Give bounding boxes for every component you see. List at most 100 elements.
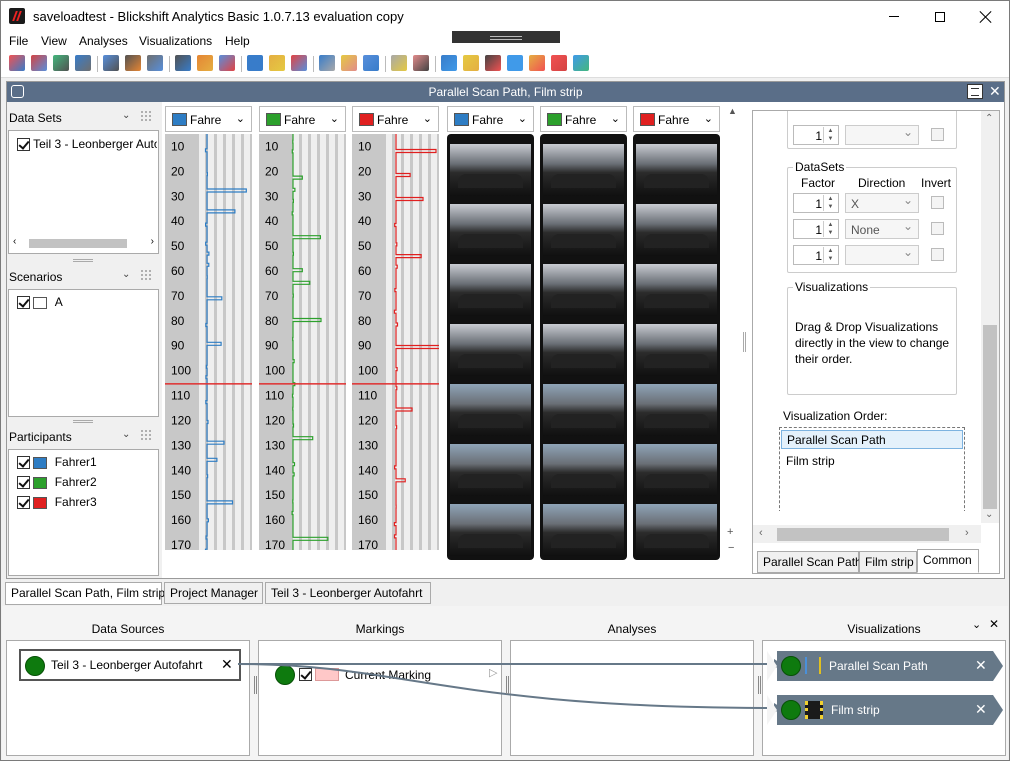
time-cursor-line[interactable] xyxy=(352,383,439,385)
video-frame-thumbnail[interactable] xyxy=(543,504,624,556)
drag-grip-handle[interactable] xyxy=(452,31,560,43)
invert-checkbox[interactable] xyxy=(931,222,944,235)
open-folder-icon[interactable] xyxy=(31,55,47,71)
video-frame-thumbnail[interactable] xyxy=(636,204,717,256)
film-strip-column[interactable] xyxy=(447,134,534,560)
funnel-icon[interactable] xyxy=(247,55,263,71)
direction-select[interactable] xyxy=(845,245,919,265)
video-frame-thumbnail[interactable] xyxy=(543,144,624,196)
video-frame-thumbnail[interactable] xyxy=(450,324,531,376)
grid-icon[interactable] xyxy=(463,55,479,71)
invert-checkbox[interactable] xyxy=(931,196,944,209)
video-frame-thumbnail[interactable] xyxy=(450,444,531,496)
scan-path-column[interactable]: 10 20 30 40 50 60 70 80 90 100 110 120 130 140 150 160 1… xyxy=(352,134,439,550)
film-strip-column[interactable] xyxy=(633,134,720,560)
checkbox[interactable] xyxy=(17,138,30,152)
order-item-selected[interactable]: Parallel Scan Path xyxy=(781,430,963,449)
tab-common[interactable]: Common xyxy=(917,549,979,573)
video-frame-thumbnail[interactable] xyxy=(450,204,531,256)
checkbox[interactable] xyxy=(17,496,30,510)
list-item[interactable]: Teil 3 - Leonberger Autofahrt xyxy=(17,137,157,152)
horizontal-scrollbar[interactable]: ‹ › xyxy=(753,525,981,543)
factor-spinner[interactable]: 1 ▲ ▼ xyxy=(793,219,839,239)
splitter-handle[interactable] xyxy=(73,259,93,262)
compare-icon[interactable] xyxy=(147,55,163,71)
video-frame-thumbnail[interactable] xyxy=(543,444,624,496)
video-frame-thumbnail[interactable] xyxy=(636,324,717,376)
spin-arrows-icon[interactable]: ▲ ▼ xyxy=(823,221,837,237)
network-icon[interactable] xyxy=(551,55,567,71)
video-frame-thumbnail[interactable] xyxy=(450,384,531,436)
video-frame-thumbnail[interactable] xyxy=(543,204,624,256)
video-frame-thumbnail[interactable] xyxy=(636,504,717,556)
chevron-down-icon[interactable]: ⌄ xyxy=(423,112,432,125)
column-header-fahrer2[interactable]: Fahrer2 ⌄ xyxy=(540,106,627,132)
cluster-icon[interactable] xyxy=(319,55,335,71)
panel-close-icon[interactable]: ✕ xyxy=(989,83,1001,100)
menu-help[interactable]: Help xyxy=(225,34,250,48)
list-item[interactable]: A xyxy=(17,295,63,310)
chevron-down-icon[interactable]: ⌄ xyxy=(122,269,130,280)
video-frame-thumbnail[interactable] xyxy=(450,144,531,196)
tab-teil3-leonberger[interactable]: Teil 3 - Leonberger Autofahrt xyxy=(265,582,431,604)
video-frame-thumbnail[interactable] xyxy=(636,264,717,316)
scroll-thumb[interactable] xyxy=(983,325,997,509)
spin-arrows-icon[interactable]: ▲ ▼ xyxy=(823,247,837,263)
new-project-icon[interactable] xyxy=(9,55,25,71)
factor-spinner[interactable]: 1 ▲ ▼ xyxy=(793,193,839,213)
tab-project-manager[interactable]: Project Manager xyxy=(164,582,263,604)
spin-arrows-icon[interactable]: ▲ ▼ xyxy=(823,127,837,143)
scan-path-column[interactable]: 10 20 30 40 50 60 70 80 90 100 110 120 130 140 150 160 1… xyxy=(165,134,252,550)
list-item[interactable]: Fahrer2 xyxy=(17,475,97,490)
barchart-icon[interactable] xyxy=(529,55,545,71)
zoom-out-icon[interactable]: − xyxy=(728,542,734,554)
checkbox[interactable] xyxy=(17,456,30,470)
scroll-down-icon[interactable]: ⌄ xyxy=(985,509,993,520)
chevron-down-icon[interactable]: ⌄ xyxy=(330,112,339,125)
scroll-left-icon[interactable]: ‹ xyxy=(759,527,763,539)
menu-analyses[interactable]: Analyses xyxy=(79,34,128,48)
tab-film-strip[interactable]: Film strip xyxy=(859,551,917,573)
save-icon[interactable] xyxy=(75,55,91,71)
video-frame-thumbnail[interactable] xyxy=(450,504,531,556)
tab-parallel-scan-path-film-strip[interactable]: Parallel Scan Path, Film strip xyxy=(5,582,165,605)
gaze-icon[interactable] xyxy=(573,55,589,71)
column-header-fahrer1[interactable]: Fahrer1 ⌄ xyxy=(447,106,534,132)
scroll-right-icon[interactable]: › xyxy=(151,236,154,247)
sum-icon[interactable] xyxy=(175,55,191,71)
chevron-down-icon[interactable]: ⌄ xyxy=(122,429,130,440)
minimize-button[interactable] xyxy=(871,1,917,32)
bars-icon[interactable] xyxy=(341,55,357,71)
map-icon[interactable] xyxy=(507,55,523,71)
scroll-thumb[interactable] xyxy=(777,528,949,541)
video-frame-thumbnail[interactable] xyxy=(636,144,717,196)
video-frame-thumbnail[interactable] xyxy=(450,264,531,316)
close-button[interactable] xyxy=(963,1,1009,32)
video-frame-thumbnail[interactable] xyxy=(636,444,717,496)
spin-arrows-icon[interactable]: ▲ ▼ xyxy=(823,195,837,211)
aggregate-icon[interactable] xyxy=(219,55,235,71)
pattern-icon[interactable] xyxy=(269,55,285,71)
pattern-alt-icon[interactable] xyxy=(291,55,307,71)
invert-checkbox[interactable] xyxy=(931,248,944,261)
scroll-left-icon[interactable]: ‹ xyxy=(13,236,16,247)
column-header-fahrer1[interactable]: Fahrer1 ⌄ xyxy=(165,106,252,132)
direction-select[interactable] xyxy=(845,125,919,145)
statistics-icon[interactable] xyxy=(197,55,213,71)
menu-file[interactable]: File xyxy=(9,34,28,48)
splitter-handle[interactable] xyxy=(73,420,93,423)
menu-view[interactable]: View xyxy=(41,34,67,48)
list-item[interactable]: Fahrer1 xyxy=(17,455,97,470)
zoom-in-icon[interactable]: + xyxy=(727,526,733,538)
filter-icon[interactable] xyxy=(103,55,119,71)
chevron-down-icon[interactable]: ⌄ xyxy=(611,112,620,125)
list-item[interactable]: Fahrer3 xyxy=(17,495,97,510)
bars-alt-icon[interactable] xyxy=(363,55,379,71)
chevron-down-icon[interactable]: ⌄ xyxy=(518,112,527,125)
direction-select[interactable]: X xyxy=(845,193,919,213)
scroll-up-icon[interactable]: ⌃ xyxy=(985,113,993,124)
time-cursor-line[interactable] xyxy=(165,383,252,385)
vertical-scrollbar[interactable]: ⌃ ⌄ xyxy=(981,111,999,523)
vertical-scrollbar[interactable]: ▲ + − xyxy=(726,106,740,566)
chevron-down-icon[interactable]: ⌄ xyxy=(236,112,245,125)
